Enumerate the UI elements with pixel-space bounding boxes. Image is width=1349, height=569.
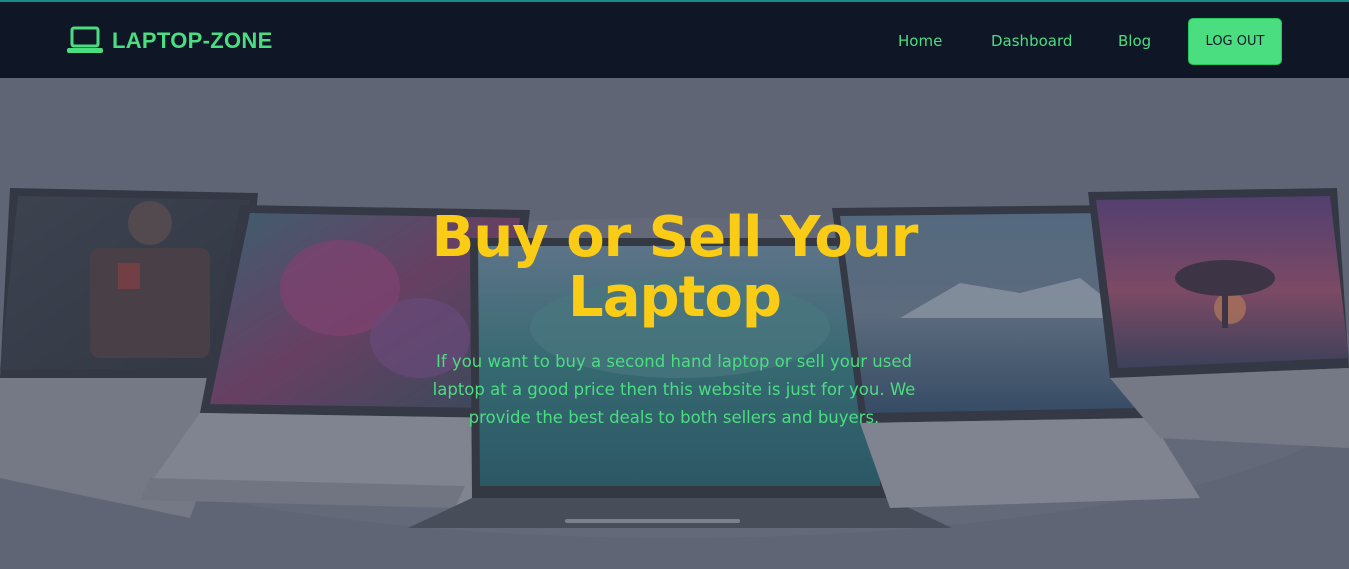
hero-description: If you want to buy a second hand laptop …: [432, 352, 916, 427]
brand-logo[interactable]: LAPTOP-ZONE: [66, 26, 273, 56]
nav-home-link[interactable]: Home: [898, 32, 942, 50]
hero-title: Buy or Sell Your Laptop: [431, 205, 919, 330]
nav-blog-link[interactable]: Blog: [1118, 32, 1151, 50]
hero-banner: Buy or Sell Your Laptop If you want to b…: [0, 78, 1349, 569]
navbar: LAPTOP-ZONE Home Dashboard Blog LOG OUT: [0, 0, 1349, 78]
laptop-icon: [67, 26, 103, 53]
brand-name: LAPTOP-ZONE: [112, 28, 273, 53]
nav-dashboard-link[interactable]: Dashboard: [991, 32, 1072, 50]
logout-button[interactable]: LOG OUT: [1188, 18, 1282, 65]
